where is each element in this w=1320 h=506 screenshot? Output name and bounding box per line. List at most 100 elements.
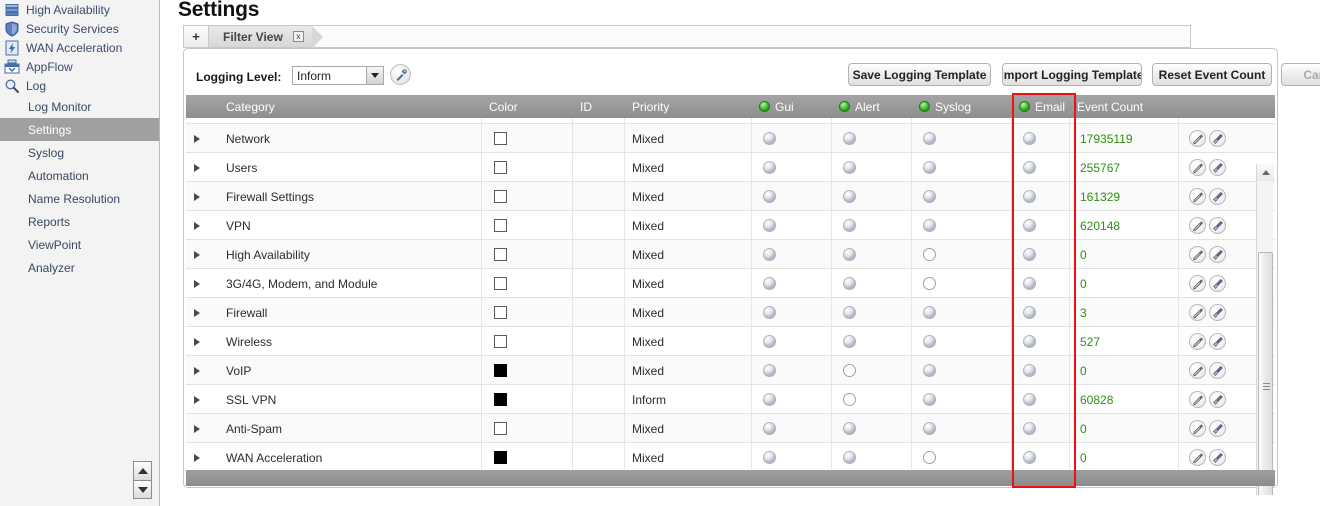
syslog-toggle-icon[interactable] — [923, 364, 936, 377]
syslog-toggle-icon[interactable] — [923, 190, 936, 203]
gui-toggle-icon[interactable] — [763, 277, 776, 290]
edit-icon[interactable] — [1189, 362, 1206, 379]
edit-icon[interactable] — [1189, 188, 1206, 205]
color-swatch[interactable] — [494, 132, 507, 145]
vertical-scrollbar[interactable] — [1256, 164, 1274, 506]
gui-toggle-icon[interactable] — [763, 364, 776, 377]
nav-item-high-availability[interactable]: High Availability — [0, 0, 159, 19]
table-row[interactable]: Anti-Spam Mixed 0 — [186, 414, 1275, 443]
column-header-id[interactable]: ID — [580, 95, 630, 118]
syslog-toggle-icon[interactable] — [923, 132, 936, 145]
gui-toggle-icon[interactable] — [763, 451, 776, 464]
edit-icon[interactable] — [1189, 159, 1206, 176]
email-toggle-icon[interactable] — [1023, 277, 1036, 290]
clear-icon[interactable] — [1209, 362, 1226, 379]
email-toggle-icon[interactable] — [1023, 335, 1036, 348]
table-row[interactable]: Wireless Mixed 527 — [186, 327, 1275, 356]
color-swatch[interactable] — [494, 277, 507, 290]
edit-icon[interactable] — [1189, 420, 1206, 437]
wrench-screwdriver-icon[interactable] — [390, 64, 411, 85]
gui-toggle-icon[interactable] — [763, 422, 776, 435]
syslog-toggle-icon[interactable] — [923, 335, 936, 348]
syslog-toggle-icon[interactable] — [923, 306, 936, 319]
row-expander-icon[interactable] — [194, 453, 200, 462]
sidebar-item-analyzer[interactable]: Analyzer — [0, 256, 159, 279]
color-swatch[interactable] — [494, 306, 507, 319]
row-expander-icon[interactable] — [194, 221, 200, 230]
color-swatch[interactable] — [494, 335, 507, 348]
email-toggle-icon[interactable] — [1023, 364, 1036, 377]
alert-toggle-icon[interactable] — [843, 277, 856, 290]
sidebar-item-settings[interactable]: Settings — [0, 118, 159, 141]
edit-icon[interactable] — [1189, 449, 1206, 466]
email-toggle-icon[interactable] — [1023, 422, 1036, 435]
alert-toggle-icon[interactable] — [843, 393, 856, 406]
row-expander-icon[interactable] — [194, 308, 200, 317]
import-logging-template-button[interactable]: Import Logging Template — [1002, 63, 1142, 86]
nav-item-log[interactable]: Log — [0, 76, 159, 95]
syslog-toggle-icon[interactable] — [923, 422, 936, 435]
tab-filter-view[interactable]: Filter View x — [209, 26, 312, 47]
gui-toggle-icon[interactable] — [763, 335, 776, 348]
gui-toggle-icon[interactable] — [763, 306, 776, 319]
table-row[interactable]: Network Mixed 17935119 — [186, 124, 1275, 153]
row-expander-icon[interactable] — [194, 250, 200, 259]
edit-icon[interactable] — [1189, 246, 1206, 263]
email-toggle-icon[interactable] — [1023, 132, 1036, 145]
edit-icon[interactable] — [1189, 130, 1206, 147]
syslog-toggle-icon[interactable] — [923, 248, 936, 261]
clear-icon[interactable] — [1209, 188, 1226, 205]
table-row[interactable]: Firewall Settings Mixed 161329 — [186, 182, 1275, 211]
scroll-up-arrow-icon[interactable] — [134, 462, 151, 480]
sidebar-scroll-buttons[interactable] — [133, 461, 152, 499]
column-header-color[interactable]: Color — [489, 95, 574, 118]
syslog-toggle-icon[interactable] — [923, 219, 936, 232]
sidebar-item-syslog[interactable]: Syslog — [0, 141, 159, 164]
edit-icon[interactable] — [1189, 304, 1206, 321]
gui-toggle-icon[interactable] — [763, 132, 776, 145]
syslog-toggle-icon[interactable] — [923, 161, 936, 174]
edit-icon[interactable] — [1189, 391, 1206, 408]
color-swatch[interactable] — [494, 451, 507, 464]
row-expander-icon[interactable] — [194, 424, 200, 433]
email-toggle-icon[interactable] — [1023, 451, 1036, 464]
color-swatch[interactable] — [494, 161, 507, 174]
clear-icon[interactable] — [1209, 246, 1226, 263]
row-expander-icon[interactable] — [194, 134, 200, 143]
nav-item-appflow[interactable]: AppFlow — [0, 57, 159, 76]
alert-toggle-icon[interactable] — [843, 132, 856, 145]
sidebar-item-log-monitor[interactable]: Log Monitor — [0, 95, 159, 118]
gui-toggle-icon[interactable] — [763, 161, 776, 174]
alert-toggle-icon[interactable] — [843, 364, 856, 377]
color-swatch[interactable] — [494, 219, 507, 232]
alert-toggle-icon[interactable] — [843, 451, 856, 464]
table-row[interactable]: VPN Mixed 620148 — [186, 211, 1275, 240]
sidebar-item-reports[interactable]: Reports — [0, 210, 159, 233]
clear-icon[interactable] — [1209, 391, 1226, 408]
row-expander-icon[interactable] — [194, 366, 200, 375]
email-toggle-icon[interactable] — [1023, 190, 1036, 203]
edit-icon[interactable] — [1189, 275, 1206, 292]
table-row[interactable]: 3G/4G, Modem, and Module Mixed 0 — [186, 269, 1275, 298]
add-tab-button[interactable]: + — [184, 26, 209, 47]
nav-item-security-services[interactable]: Security Services — [0, 19, 159, 38]
table-row[interactable]: Users Mixed 255767 — [186, 153, 1275, 182]
alert-toggle-icon[interactable] — [843, 190, 856, 203]
syslog-toggle-icon[interactable] — [923, 393, 936, 406]
table-row[interactable]: SSL VPN Inform 60828 — [186, 385, 1275, 414]
table-row[interactable]: Firewall Mixed 3 — [186, 298, 1275, 327]
alert-toggle-icon[interactable] — [843, 161, 856, 174]
clear-icon[interactable] — [1209, 304, 1226, 321]
row-expander-icon[interactable] — [194, 337, 200, 346]
color-swatch[interactable] — [494, 190, 507, 203]
alert-toggle-icon[interactable] — [843, 219, 856, 232]
gui-toggle-icon[interactable] — [763, 219, 776, 232]
column-header-priority[interactable]: Priority — [632, 95, 752, 118]
sidebar-item-name-resolution[interactable]: Name Resolution — [0, 187, 159, 210]
sidebar-item-viewpoint[interactable]: ViewPoint — [0, 233, 159, 256]
alert-toggle-icon[interactable] — [843, 422, 856, 435]
gui-toggle-icon[interactable] — [763, 393, 776, 406]
table-row[interactable]: VoIP Mixed 0 — [186, 356, 1275, 385]
email-toggle-icon[interactable] — [1023, 248, 1036, 261]
syslog-toggle-icon[interactable] — [923, 451, 936, 464]
